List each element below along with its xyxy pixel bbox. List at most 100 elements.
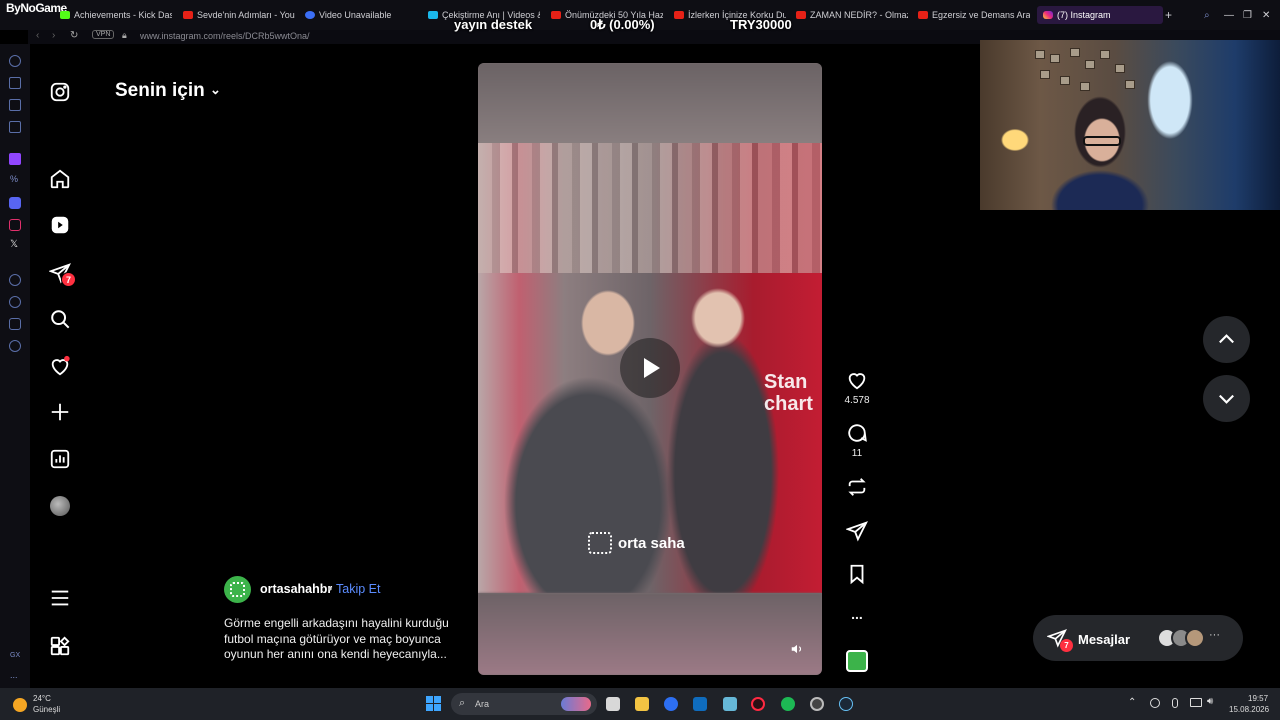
- opera-icon: [305, 11, 315, 19]
- extensions-icon[interactable]: [9, 318, 21, 330]
- next-reel-button[interactable]: [1203, 375, 1250, 422]
- profile-avatar[interactable]: [50, 496, 70, 516]
- menu-hamburger-icon[interactable]: [49, 587, 71, 609]
- chevron-down-icon: [1219, 394, 1234, 404]
- video-crowd: [478, 143, 822, 273]
- dashboard-icon[interactable]: [49, 448, 71, 470]
- donation-label: yayın destek: [454, 17, 533, 32]
- sponsor-shirt-graphic: Stan chart: [764, 371, 813, 415]
- windows-start-icon[interactable]: [426, 696, 441, 711]
- gx-control-icon[interactable]: [9, 77, 21, 89]
- tab-label: (7) Instagram: [1057, 10, 1111, 20]
- instagram-sidebar-icon[interactable]: [9, 219, 21, 231]
- messages-label: Mesajlar: [1078, 632, 1131, 647]
- play-button[interactable]: [620, 338, 680, 398]
- comment-icon[interactable]: [846, 422, 868, 444]
- youtube-icon: [674, 11, 684, 19]
- minimize-button[interactable]: —: [1224, 6, 1236, 24]
- like-count: 4.578: [844, 395, 870, 406]
- photos-icon[interactable]: [723, 697, 737, 711]
- youtube-icon: [183, 11, 193, 19]
- tab-instagram[interactable]: (7) Instagram: [1037, 6, 1163, 24]
- feed-selector[interactable]: Senin için ⌄: [115, 80, 221, 102]
- settings-icon[interactable]: [9, 340, 21, 352]
- also-from-meta-icon[interactable]: [49, 635, 71, 657]
- sun-weather-icon[interactable]: [13, 698, 27, 712]
- reels-icon[interactable]: [49, 214, 71, 236]
- save-bookmark-icon[interactable]: [846, 563, 868, 585]
- volume-icon[interactable]: 🔊︎: [1207, 696, 1213, 707]
- discord-icon[interactable]: [9, 197, 21, 209]
- tab-youtube-1[interactable]: Sevde'nin Adımları - You: [183, 6, 295, 24]
- repost-icon[interactable]: [846, 476, 868, 498]
- comment-count: 11: [851, 448, 863, 459]
- previous-reel-button[interactable]: [1203, 316, 1250, 363]
- home-icon[interactable]: [49, 168, 71, 190]
- history-icon[interactable]: [9, 296, 21, 308]
- reload-icon[interactable]: ↻: [70, 30, 78, 41]
- more-options-icon[interactable]: ...: [837, 606, 877, 622]
- ea-app-icon[interactable]: [664, 697, 678, 711]
- youtube-icon: [796, 11, 806, 19]
- twitch-icon[interactable]: [9, 153, 21, 165]
- x-twitter-icon[interactable]: 𝕏: [10, 239, 18, 250]
- feed-title: Senin için: [115, 80, 205, 101]
- webcam-overlay: [980, 40, 1280, 210]
- tab-video-unavailable[interactable]: Video Unavailable: [305, 6, 417, 24]
- microphone-icon[interactable]: [1172, 698, 1178, 708]
- file-explorer-icon[interactable]: [635, 697, 649, 711]
- tab-label: Video Unavailable: [319, 10, 392, 20]
- close-window-button[interactable]: ✕: [1262, 6, 1274, 24]
- outlook-icon[interactable]: [693, 697, 707, 711]
- separator-dot: •: [328, 582, 333, 596]
- post-caption[interactable]: Görme engelli arkadaşını hayalini kurduğ…: [224, 616, 449, 663]
- taskbar-search[interactable]: ⌕ Ara: [451, 693, 597, 715]
- tab-label: Sevde'nin Adımları - You: [197, 10, 295, 20]
- security-icon[interactable]: [1150, 698, 1160, 708]
- kick-icon: [60, 11, 70, 19]
- tab-youtube-4[interactable]: ZAMAN NEDİR? - Olmaz: [796, 6, 908, 24]
- instagram-logo-icon[interactable]: [49, 81, 71, 103]
- search-tabs-icon[interactable]: ⌕: [1204, 6, 1216, 24]
- messenger-icon[interactable]: [9, 121, 21, 133]
- share-icon[interactable]: [845, 520, 868, 542]
- notifications-heart-icon[interactable]: [49, 355, 71, 377]
- chevron-up-icon: [1219, 334, 1234, 344]
- search-icon[interactable]: [49, 308, 71, 330]
- clock-date[interactable]: 15.08.2026: [1229, 705, 1269, 714]
- player-icon[interactable]: [9, 274, 21, 286]
- opera-aria-icon[interactable]: [9, 55, 21, 67]
- vpn-badge[interactable]: VPN: [92, 30, 115, 39]
- lock-icon: 🔒︎: [122, 30, 127, 40]
- steam-icon[interactable]: [839, 697, 853, 711]
- steelseries-icon[interactable]: [810, 697, 824, 711]
- audio-thumbnail[interactable]: [846, 650, 868, 672]
- task-view-icon[interactable]: [606, 697, 620, 711]
- show-hidden-icons[interactable]: ⌃: [1128, 697, 1136, 708]
- back-icon[interactable]: ‹: [36, 30, 39, 41]
- maximize-button[interactable]: ❐: [1243, 6, 1255, 24]
- network-icon[interactable]: [1190, 698, 1202, 707]
- opera-gx-icon[interactable]: [751, 697, 765, 711]
- author-username[interactable]: ortasahahbr: [260, 582, 332, 596]
- search-highlight-icon: [561, 697, 591, 711]
- follow-button[interactable]: Takip Et: [336, 582, 380, 596]
- tab-youtube-5[interactable]: Egzersiz ve Demans Aras: [918, 6, 1030, 24]
- mute-icon[interactable]: [790, 642, 804, 656]
- watermark-logo-icon: [588, 532, 612, 554]
- sidebar-more-icon[interactable]: ...: [10, 670, 18, 680]
- create-plus-icon[interactable]: [49, 401, 71, 423]
- author-avatar[interactable]: [224, 576, 251, 603]
- clock-time[interactable]: 19:57: [1248, 694, 1268, 703]
- messages-badge: 7: [1060, 639, 1073, 652]
- gx-corner-icon[interactable]: [9, 99, 21, 111]
- percent-icon[interactable]: %: [10, 174, 18, 184]
- spotify-icon[interactable]: [781, 697, 795, 711]
- forward-icon[interactable]: ›: [52, 30, 55, 41]
- play-icon: [644, 358, 660, 378]
- like-heart-icon[interactable]: [846, 369, 868, 391]
- new-tab-button[interactable]: +: [1165, 6, 1177, 24]
- tab-kick[interactable]: Achievements - Kick Das: [60, 6, 172, 24]
- messages-button[interactable]: 7 ···: [1033, 615, 1243, 661]
- url-field[interactable]: www.instagram.com/reels/DCRb5wwtOna/: [140, 31, 310, 41]
